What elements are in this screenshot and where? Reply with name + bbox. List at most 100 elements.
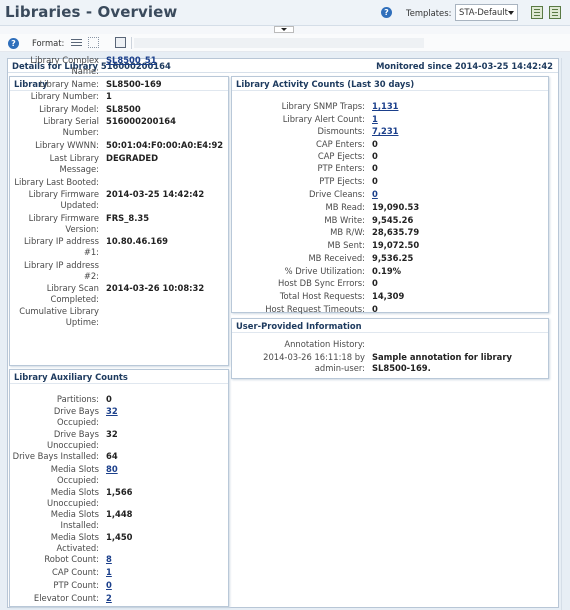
field-value: 2014-03-26 10:08:32 bbox=[106, 283, 205, 293]
field-label: Library Firmware bbox=[28, 213, 99, 223]
field-value-link[interactable]: 1 bbox=[106, 567, 112, 577]
format-label: Format: bbox=[32, 38, 65, 48]
field-value-link[interactable]: 8 bbox=[106, 554, 112, 564]
field-label: MB R/W: bbox=[330, 227, 365, 237]
field-label: PTP Enters: bbox=[317, 163, 365, 173]
field-value: 1,448 bbox=[106, 509, 133, 519]
field-label: Library Firmware bbox=[28, 189, 99, 199]
field-label: Drive Bays bbox=[53, 429, 99, 439]
field-value: 1,566 bbox=[106, 487, 133, 497]
field-value-link[interactable]: 32 bbox=[106, 406, 118, 416]
field-label: Media Slots bbox=[50, 532, 99, 542]
field-label: Media Slots bbox=[50, 487, 99, 497]
list-format-icon[interactable] bbox=[71, 37, 82, 48]
field-value-link[interactable]: SL8500_51 bbox=[106, 55, 157, 65]
title-bar: Libraries - Overview ? Templates: STA-De… bbox=[0, 0, 570, 26]
field-label: Robot Count: bbox=[44, 554, 99, 564]
help-icon[interactable]: ? bbox=[8, 38, 19, 49]
annotation-history-label: Annotation History: bbox=[284, 339, 365, 349]
templates-select[interactable]: STA-Default bbox=[455, 4, 518, 21]
field-value: 28,635.79 bbox=[372, 227, 420, 237]
chevron-down-icon bbox=[508, 11, 514, 15]
spreadsheet-icon[interactable] bbox=[549, 6, 561, 19]
field-value: 14,309 bbox=[372, 291, 405, 301]
export-icon[interactable] bbox=[531, 6, 543, 19]
field-label: Library Scan bbox=[46, 283, 99, 293]
scrollbar[interactable] bbox=[561, 58, 570, 610]
monitored-since: Monitored since 2014-03-25 14:42:42 bbox=[376, 61, 553, 71]
collapse-toggle[interactable] bbox=[274, 26, 294, 33]
field-value: 0 bbox=[372, 139, 378, 149]
field-label: Occupied: bbox=[56, 417, 99, 427]
field-value: 0 bbox=[372, 176, 378, 186]
field-value-link[interactable]: 1,131 bbox=[372, 101, 399, 111]
content-area: Details for Library 516000200164 Monitor… bbox=[0, 52, 570, 610]
field-value-link[interactable]: 7,231 bbox=[372, 126, 399, 136]
field-value-link[interactable]: 80 bbox=[106, 464, 118, 474]
field-label: Message: bbox=[59, 164, 99, 174]
field-value: 2014-03-25 14:42:42 bbox=[106, 189, 205, 199]
divider bbox=[232, 332, 548, 333]
field-label: Dismounts: bbox=[317, 126, 365, 136]
field-value: 1 bbox=[106, 91, 112, 101]
toolbar-spacer bbox=[134, 38, 424, 48]
annotation-entry-label: 2014-03-26 16:11:18 by bbox=[263, 352, 365, 362]
field-label: Host DB Sync Errors: bbox=[277, 278, 365, 288]
field-label: Host Request Timeouts: bbox=[265, 304, 365, 314]
field-label: Drive Bays Installed: bbox=[12, 451, 99, 461]
field-value-link[interactable]: 0 bbox=[106, 580, 112, 590]
field-value: 0 bbox=[372, 304, 378, 314]
field-label: MB Sent: bbox=[327, 240, 365, 250]
help-icon[interactable]: ? bbox=[381, 7, 392, 18]
field-label: MB Received: bbox=[308, 253, 365, 263]
field-label: Cumulative Library bbox=[19, 306, 99, 316]
field-label: Number: bbox=[62, 127, 99, 137]
field-label: CAP Enters: bbox=[316, 139, 365, 149]
field-label: Version: bbox=[65, 224, 99, 234]
field-value: 19,072.50 bbox=[372, 240, 420, 250]
field-label: Library IP address bbox=[23, 260, 99, 270]
field-value-link[interactable]: 1 bbox=[372, 114, 378, 124]
field-label: #1: bbox=[83, 247, 99, 257]
activity-panel: Library Activity Counts (Last 30 days) L… bbox=[231, 76, 549, 314]
field-label: Occupied: bbox=[56, 475, 99, 485]
field-value: 516000200164 bbox=[106, 116, 176, 126]
field-value: DEGRADED bbox=[106, 153, 159, 163]
divider bbox=[10, 383, 228, 384]
field-value: 32 bbox=[106, 429, 118, 439]
field-value: 0 bbox=[372, 151, 378, 161]
field-value: SL8500 bbox=[106, 104, 141, 114]
field-label: Library SNMP Traps: bbox=[281, 101, 365, 111]
field-label: Partitions: bbox=[56, 394, 99, 404]
field-label: MB Write: bbox=[324, 215, 365, 225]
field-label: Library Name: bbox=[39, 79, 99, 89]
field-value: 0.19% bbox=[372, 266, 402, 276]
aux-panel-title: Library Auxiliary Counts bbox=[14, 372, 128, 382]
field-label: CAP Ejects: bbox=[317, 151, 365, 161]
field-value: 1,450 bbox=[106, 532, 133, 542]
templates-select-value: STA-Default bbox=[459, 7, 508, 17]
field-label: Library Serial bbox=[43, 116, 99, 126]
field-value-link[interactable]: 2 bbox=[106, 593, 112, 603]
field-label: Library Number: bbox=[30, 91, 99, 101]
user-info-panel-title: User-Provided Information bbox=[236, 321, 362, 331]
field-value: 0 bbox=[372, 163, 378, 173]
toolbar-separator bbox=[131, 37, 132, 49]
field-label: Library Alert Count: bbox=[282, 114, 365, 124]
field-label: Activated: bbox=[56, 543, 99, 553]
field-label: Name: bbox=[71, 66, 99, 76]
user-info-panel: User-Provided Information Annotation His… bbox=[231, 318, 549, 379]
field-label: Library IP address bbox=[23, 236, 99, 246]
print-icon[interactable] bbox=[115, 37, 126, 48]
field-label: Media Slots bbox=[50, 509, 99, 519]
field-label: Library Model: bbox=[39, 104, 99, 114]
field-value: 9,536.25 bbox=[372, 253, 414, 263]
field-value: SL8500-169 bbox=[106, 79, 162, 89]
page-title: Libraries - Overview bbox=[5, 3, 178, 21]
grid-format-icon[interactable] bbox=[88, 37, 99, 48]
field-label: Elevator Count: bbox=[33, 593, 99, 603]
details-panel: Details for Library 516000200164 Monitor… bbox=[7, 55, 559, 608]
field-value-link[interactable]: 0 bbox=[372, 189, 378, 199]
collapse-bar bbox=[0, 26, 570, 34]
field-label: PTP Count: bbox=[53, 580, 99, 590]
